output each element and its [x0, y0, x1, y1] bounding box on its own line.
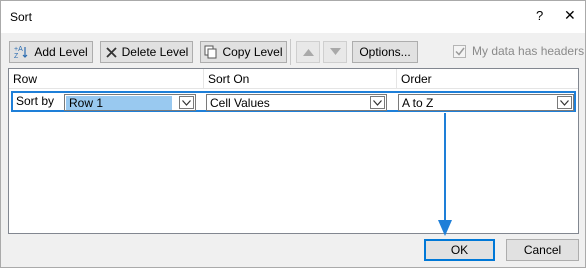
checkbox-check-icon — [453, 44, 466, 58]
move-up-button[interactable] — [296, 41, 320, 63]
sort-on-select[interactable]: Cell Values — [206, 94, 387, 111]
svg-text:+A: +A — [14, 46, 23, 53]
title-bar: Sort ? ✕ — [1, 1, 585, 33]
sort-on-select-value: Cell Values — [210, 96, 270, 110]
help-button[interactable]: ? — [536, 8, 543, 23]
headers-checkbox-label: My data has headers — [472, 44, 585, 58]
move-up-icon — [302, 45, 314, 59]
move-down-button[interactable] — [323, 41, 347, 63]
delete-level-label: Delete Level — [121, 45, 189, 59]
ok-label: OK — [450, 243, 469, 257]
order-select-value: A to Z — [402, 96, 434, 110]
chevron-down-icon[interactable] — [370, 96, 385, 109]
delete-level-button[interactable]: Delete Level — [100, 41, 193, 63]
order-select[interactable]: A to Z — [398, 94, 574, 111]
add-level-icon: +A Z — [14, 45, 30, 59]
copy-level-button[interactable]: Copy Level — [200, 41, 287, 63]
options-label: Options... — [359, 45, 411, 59]
svg-text:Z: Z — [14, 53, 19, 59]
chevron-down-icon[interactable] — [179, 96, 194, 109]
move-down-icon — [329, 45, 341, 59]
sort-levels-grid: Row Sort On Order Sort by Row 1 Cell Val… — [8, 68, 579, 234]
my-data-has-headers-checkbox[interactable]: My data has headers — [453, 44, 584, 58]
sort-level-row[interactable]: Sort by Row 1 Cell Values A to Z — [11, 91, 576, 112]
chevron-down-icon[interactable] — [557, 96, 572, 109]
column-header-order: Order — [397, 69, 578, 89]
row-select-value: Row 1 — [66, 96, 172, 110]
cancel-button[interactable]: Cancel — [506, 239, 579, 261]
add-level-button[interactable]: +A Z Add Level — [9, 41, 93, 63]
sort-dialog: Sort ? ✕ +A Z Add Level Delete Level Cop… — [0, 0, 586, 268]
copy-icon — [204, 45, 218, 59]
close-button[interactable]: ✕ — [564, 7, 576, 24]
column-header-row: Row — [9, 69, 204, 89]
row-select[interactable]: Row 1 — [64, 94, 196, 111]
sort-by-label: Sort by — [16, 94, 55, 108]
column-header-sort-on: Sort On — [204, 69, 397, 89]
ok-button[interactable]: OK — [424, 239, 495, 261]
cancel-label: Cancel — [523, 243, 562, 257]
options-button[interactable]: Options... — [352, 41, 418, 63]
add-level-label: Add Level — [34, 45, 88, 59]
copy-level-label: Copy Level — [222, 45, 283, 59]
delete-x-icon — [105, 46, 118, 59]
toolbar-separator — [290, 39, 291, 65]
dialog-title: Sort — [10, 10, 33, 24]
